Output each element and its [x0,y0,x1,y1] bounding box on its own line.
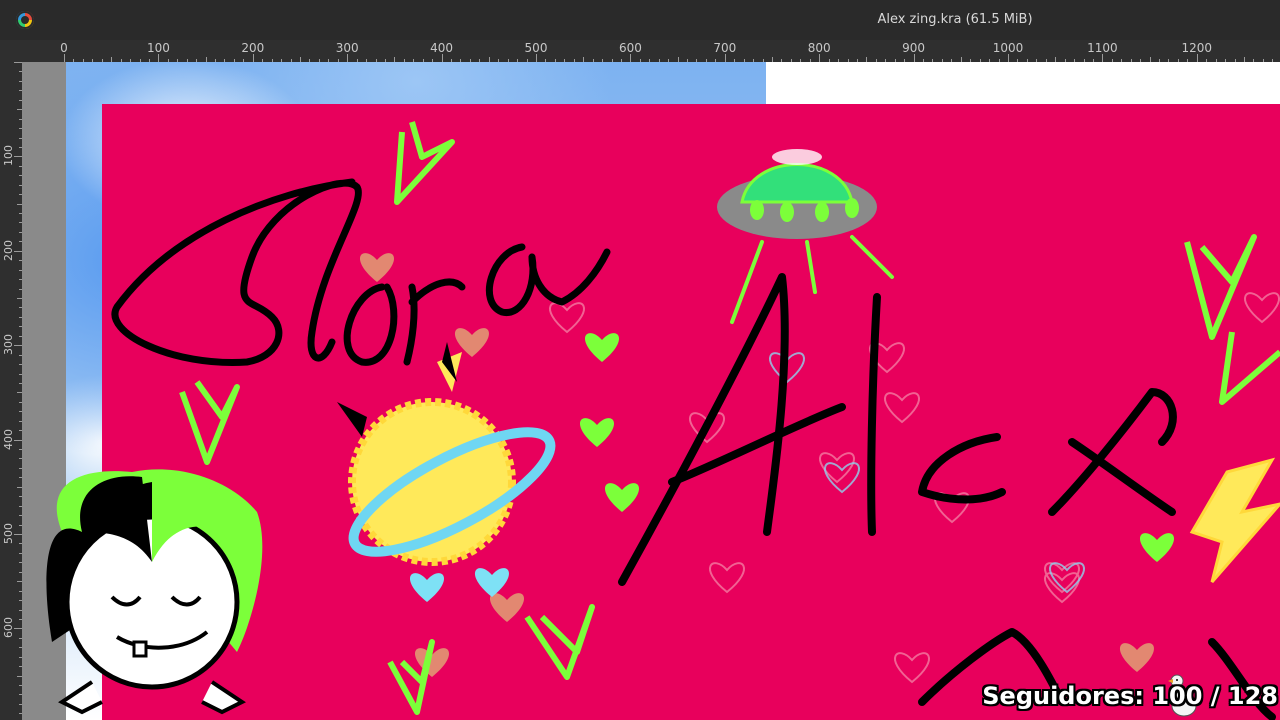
ruler-h-label: 100 [146,41,170,55]
followers-counter: Seguidores: 100 / 128 [982,682,1278,710]
ruler-h-tick [347,54,349,62]
ruler-h-label: 200 [241,41,265,55]
ruler-v-tick [14,250,22,252]
ruler-v-tick [14,628,22,630]
ruler-h-label: 500 [524,41,548,55]
ruler-h-tick [724,54,726,62]
ruler-h-tick [252,54,254,62]
alex-handwriting [618,273,1276,720]
krita-app-icon[interactable] [16,11,34,29]
ruler-h-tick [441,54,443,62]
ruler-v-tick [14,156,22,158]
ruler-h-tick [819,54,821,62]
document-title: Alex zing.kra (61.5 MiB) [877,12,1033,27]
ruler-h-tick [630,54,632,62]
ruler-h-label: 800 [807,41,831,55]
ruler-v-tick [14,62,22,63]
ruler-h-tick [1008,54,1009,62]
ruler-h-label: 0 [60,41,68,55]
faint-hearts [548,292,1280,683]
ruler-h-label: 1100 [1087,41,1118,55]
ruler-v-tick [14,534,22,535]
artwork-layer [46,121,1280,720]
para-handwriting [111,178,611,366]
horizontal-ruler[interactable]: 0 100 200 300 400 500 600 700 800 900 1000 1100 1200 [22,40,1280,63]
character-doodle [46,469,263,715]
vertical-ruler[interactable]: 100 200 300 400 500 600 [0,62,23,720]
ruler-h-tick [1196,54,1198,62]
canvas-viewport[interactable]: Seguidores: 100 / 128 [22,62,1280,720]
ruler-h-label: 1000 [992,41,1024,55]
ruler-v-tick [14,439,22,441]
ruler-h-label: 1200 [1181,41,1213,55]
ufo-doodle [717,149,894,324]
ruler-h-tick [158,54,160,62]
ruler-h-tick [1102,54,1104,62]
ruler-h-label: 900 [902,41,926,55]
ruler-h-tick [64,54,65,62]
ruler-h-label: 400 [430,41,454,55]
lightning-doodle [1189,457,1280,583]
ruler-h-tick [536,54,537,62]
ruler-h-label: 600 [618,41,642,55]
title-bar: Alex zing.kra (61.5 MiB) [0,0,1280,40]
ruler-h-label: 300 [335,41,359,55]
ruler-corner [0,40,22,62]
planet-doodle [337,342,556,566]
ruler-v-tick [14,345,22,347]
ruler-h-label: 700 [713,41,737,55]
ruler-h-tick [913,54,915,62]
